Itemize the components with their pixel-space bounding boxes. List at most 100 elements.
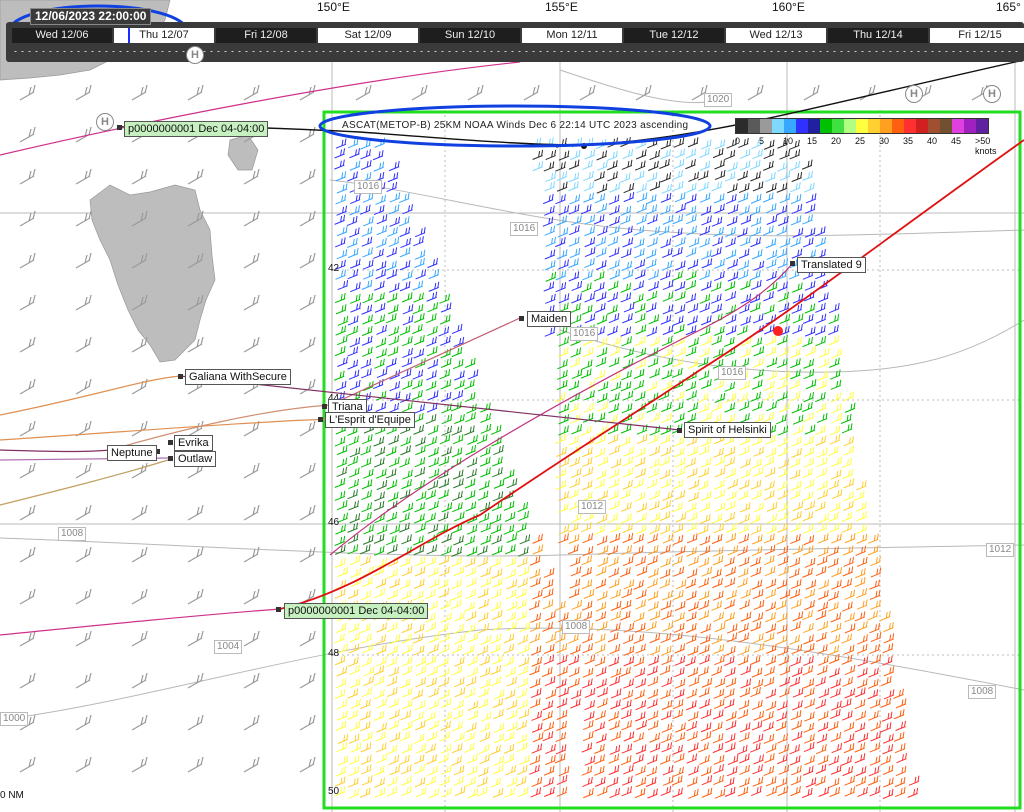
wind-barb (387, 491, 399, 502)
current-position-marker[interactable] (773, 326, 783, 336)
wind-barb (737, 269, 749, 280)
wind-barb (596, 183, 608, 194)
wind-barb (493, 722, 505, 733)
wind-barb (815, 302, 826, 313)
timeline-day[interactable]: Thu 12/14 (828, 28, 928, 43)
legend-swatch (928, 119, 940, 133)
wind-barb (581, 304, 593, 315)
wind-barb (545, 743, 556, 755)
timeline-day[interactable]: Sat 12/09 (318, 28, 418, 43)
wind-barb (608, 753, 620, 764)
boat-point[interactable] (677, 428, 682, 433)
wind-barb (544, 675, 556, 687)
wind-barb (75, 84, 92, 101)
boat-label[interactable]: Spirit of Helsinki (684, 422, 771, 438)
wind-barb (385, 313, 397, 324)
wind-barb (659, 578, 671, 589)
timeline-day[interactable]: Tue 12/12 (624, 28, 724, 43)
boat-label[interactable]: Outlaw (174, 451, 217, 467)
wind-barb (649, 645, 661, 656)
boat-label[interactable]: Neptune (107, 445, 157, 461)
wind-barb (801, 159, 813, 170)
wind-barb (688, 337, 699, 348)
wind-barb (765, 742, 777, 754)
wind-barb (723, 655, 735, 667)
wind-barb (428, 719, 440, 731)
boat-point[interactable] (117, 125, 122, 130)
wind-barb (349, 160, 361, 171)
wind-barb (386, 786, 398, 797)
timeline-day[interactable]: Wed 12/06 (12, 28, 112, 43)
wind-barb (414, 556, 426, 567)
timeline-day[interactable]: Sun 12/10 (420, 28, 520, 43)
wind-barb (490, 676, 502, 687)
wind-barb (791, 447, 802, 458)
boat-point[interactable] (168, 456, 173, 461)
timeline-day[interactable]: Mon 12/11 (522, 28, 622, 43)
wind-barb (360, 149, 371, 160)
boat-point[interactable] (276, 607, 281, 612)
timeline-day[interactable]: Wed 12/13 (726, 28, 826, 43)
wind-barb (19, 588, 36, 605)
boat-label[interactable]: Galiana WithSecure (185, 369, 291, 385)
wind-barb (635, 599, 646, 610)
boat-point[interactable] (790, 261, 795, 266)
wind-barb (725, 720, 737, 731)
wind-barb (349, 293, 361, 304)
wind-barb (854, 576, 866, 588)
wind-barb (685, 611, 697, 622)
wind-barb (713, 523, 725, 534)
wind-barb (299, 252, 316, 269)
wind-barb (187, 756, 204, 773)
wind-barb (386, 535, 397, 546)
wind-barb (75, 588, 92, 605)
wind-barb (828, 546, 839, 557)
legend-swatch (808, 119, 820, 133)
wind-barb (451, 643, 463, 654)
timeline-day[interactable]: Fri 12/15 (930, 28, 1024, 43)
wind-barb (763, 148, 775, 159)
boat-label[interactable]: p0000000001 Dec 04-04:00 (284, 603, 429, 619)
boat-label[interactable]: Evrika (174, 435, 213, 451)
wind-barb (555, 480, 567, 491)
wind-barb (659, 665, 671, 676)
boat-label[interactable]: Translated 9 (797, 257, 866, 273)
wind-barb (336, 710, 348, 721)
boat-point[interactable] (322, 404, 327, 409)
wind-barb (464, 489, 476, 501)
wind-barb (699, 347, 710, 358)
wind-barb (636, 719, 647, 730)
wind-barb (402, 469, 413, 480)
wind-barb (517, 787, 529, 798)
wind-barb (882, 643, 894, 654)
boat-label[interactable]: L'Esprit d'Equipe (325, 412, 415, 428)
wind-barb (243, 336, 260, 353)
time-marker-blue[interactable] (128, 28, 130, 43)
wind-barb (584, 257, 595, 269)
boat-label[interactable]: p0000000001 Dec 04-04:00 (124, 121, 269, 137)
wind-barb (451, 665, 463, 676)
legend-swatch (916, 119, 928, 133)
boat-point[interactable] (178, 374, 183, 379)
wind-barb (649, 412, 661, 423)
boat-point[interactable] (519, 316, 524, 321)
wind-barb (452, 502, 463, 513)
wind-barbs (333, 136, 920, 799)
boat-point[interactable] (318, 417, 323, 422)
wind-barb (647, 698, 658, 709)
wind-barb (711, 513, 723, 524)
timeline-day[interactable]: Fri 12/08 (216, 28, 316, 43)
wind-barb (584, 313, 596, 324)
wind-barb (673, 667, 685, 678)
wind-barb (337, 566, 349, 578)
wind-barb (595, 776, 606, 787)
wind-barb (804, 280, 816, 291)
boat-point[interactable] (168, 440, 173, 445)
wind-barb (818, 513, 830, 524)
wind-barb (557, 359, 568, 370)
wind-barb (376, 480, 388, 491)
legend-swatch (904, 119, 916, 133)
boat-label[interactable]: Maiden (527, 311, 572, 327)
wind-barb (335, 720, 347, 731)
wind-barb (843, 733, 855, 744)
